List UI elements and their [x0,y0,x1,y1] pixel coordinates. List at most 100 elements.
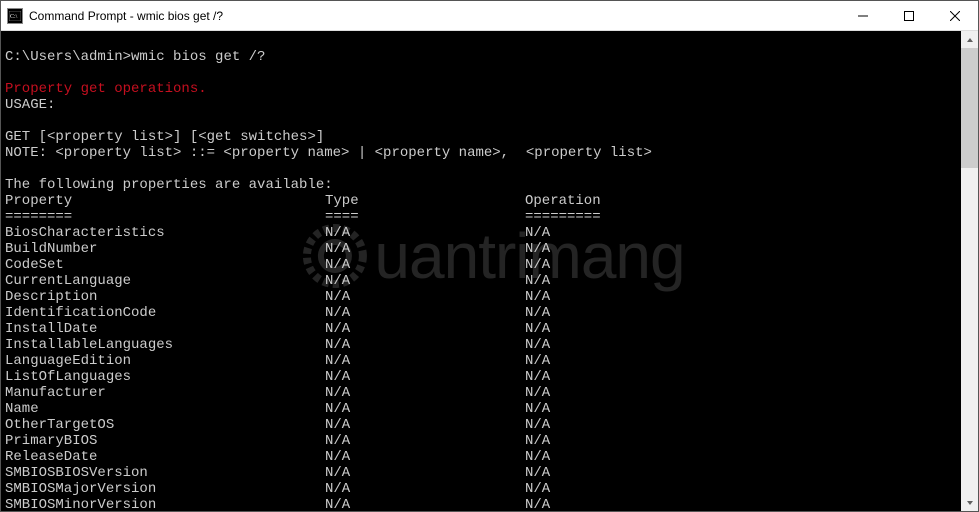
cell-type: N/A [325,321,525,337]
table-row: CodeSetN/AN/A [5,257,974,273]
cell-property: OtherTargetOS [5,417,325,433]
usage-label: USAGE: [5,97,55,113]
cell-operation: N/A [525,433,974,449]
prompt: C:\Users\admin> [5,49,131,65]
table-row: PrimaryBIOSN/AN/A [5,433,974,449]
close-button[interactable] [932,1,978,30]
cell-property: InstallableLanguages [5,337,325,353]
cell-property: Name [5,401,325,417]
minimize-button[interactable] [840,1,886,30]
cell-operation: N/A [525,417,974,433]
cell-operation: N/A [525,305,974,321]
cell-property: BuildNumber [5,241,325,257]
cell-operation: N/A [525,481,974,497]
cell-property: CurrentLanguage [5,273,325,289]
cell-type: N/A [325,305,525,321]
cell-operation: N/A [525,401,974,417]
cell-type: N/A [325,449,525,465]
cell-type: N/A [325,257,525,273]
cell-operation: N/A [525,225,974,241]
cell-property: LanguageEdition [5,353,325,369]
terminal-output[interactable]: C:\Users\admin>wmic bios get /? Property… [1,31,978,511]
cell-type: N/A [325,337,525,353]
table-row: LanguageEditionN/AN/A [5,353,974,369]
table-row: ListOfLanguagesN/AN/A [5,369,974,385]
note-line: NOTE: <property list> ::= <property name… [5,145,652,161]
table-row: DescriptionN/AN/A [5,289,974,305]
table-row: InstallableLanguagesN/AN/A [5,337,974,353]
table-row: SMBIOSMajorVersionN/AN/A [5,481,974,497]
table-row: SMBIOSMinorVersionN/AN/A [5,497,974,511]
cell-type: N/A [325,481,525,497]
entered-command: wmic bios get /? [131,49,265,65]
table-row: OtherTargetOSN/AN/A [5,417,974,433]
table-sep: ===================== [5,209,974,225]
section-heading: Property get operations. [5,81,207,97]
scroll-down-button[interactable] [961,494,978,511]
cell-type: N/A [325,289,525,305]
header-property: Property [5,193,325,209]
cell-operation: N/A [525,241,974,257]
window-title: Command Prompt - wmic bios get /? [29,9,223,23]
cell-operation: N/A [525,353,974,369]
maximize-button[interactable] [886,1,932,30]
table-header: PropertyTypeOperation [5,193,974,209]
table-row: BuildNumberN/AN/A [5,241,974,257]
cell-type: N/A [325,369,525,385]
cell-operation: N/A [525,449,974,465]
header-type: Type [325,193,525,209]
cell-property: Description [5,289,325,305]
cell-type: N/A [325,273,525,289]
titlebar-left: C:\ Command Prompt - wmic bios get /? [7,8,223,24]
titlebar-controls [840,1,978,30]
header-operation: Operation [525,193,974,209]
cell-operation: N/A [525,497,974,511]
cmd-icon: C:\ [7,8,23,24]
table-row: ManufacturerN/AN/A [5,385,974,401]
cell-operation: N/A [525,385,974,401]
cell-type: N/A [325,417,525,433]
cell-operation: N/A [525,337,974,353]
table-row: NameN/AN/A [5,401,974,417]
cell-type: N/A [325,433,525,449]
app-window: C:\ Command Prompt - wmic bios get /? C:… [0,0,979,512]
cell-operation: N/A [525,289,974,305]
cell-operation: N/A [525,369,974,385]
scroll-track[interactable] [961,48,978,494]
cell-operation: N/A [525,465,974,481]
svg-text:C:\: C:\ [10,14,18,20]
cell-type: N/A [325,497,525,511]
available-label: The following properties are available: [5,177,333,193]
cell-property: CodeSet [5,257,325,273]
cell-operation: N/A [525,321,974,337]
cell-type: N/A [325,241,525,257]
cell-property: Manufacturer [5,385,325,401]
cell-property: SMBIOSMinorVersion [5,497,325,511]
cell-type: N/A [325,401,525,417]
titlebar[interactable]: C:\ Command Prompt - wmic bios get /? [1,1,978,31]
table-row: IdentificationCodeN/AN/A [5,305,974,321]
cell-property: PrimaryBIOS [5,433,325,449]
cell-property: BiosCharacteristics [5,225,325,241]
cell-operation: N/A [525,257,974,273]
cell-type: N/A [325,385,525,401]
scroll-thumb[interactable] [961,48,978,168]
table-row: SMBIOSBIOSVersionN/AN/A [5,465,974,481]
cell-property: SMBIOSMajorVersion [5,481,325,497]
table-row: CurrentLanguageN/AN/A [5,273,974,289]
cell-type: N/A [325,465,525,481]
vertical-scrollbar[interactable] [961,31,978,511]
cell-type: N/A [325,225,525,241]
get-syntax: GET [<property list>] [<get switches>] [5,129,324,145]
table-row: InstallDateN/AN/A [5,321,974,337]
cell-property: IdentificationCode [5,305,325,321]
table-row: BiosCharacteristicsN/AN/A [5,225,974,241]
scroll-up-button[interactable] [961,31,978,48]
table-row: ReleaseDateN/AN/A [5,449,974,465]
cell-property: ReleaseDate [5,449,325,465]
cell-type: N/A [325,353,525,369]
cell-operation: N/A [525,273,974,289]
cell-property: InstallDate [5,321,325,337]
cell-property: SMBIOSBIOSVersion [5,465,325,481]
cell-property: ListOfLanguages [5,369,325,385]
